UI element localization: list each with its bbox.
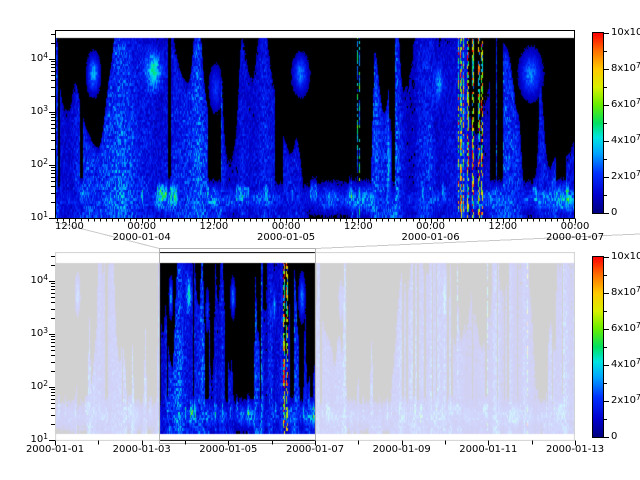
colorbar-tick-label: 6x107 — [611, 323, 640, 334]
colorbar-tick-label: 10x107 — [611, 27, 640, 38]
y-tick-label: 103 — [0, 106, 48, 117]
x-tick-label-date: 2000-01-03 — [97, 444, 187, 455]
colorbar-tick-label: 8x107 — [611, 63, 640, 74]
x-tick-label-date: 2000-01-05 — [241, 232, 331, 243]
x-tick-label-date: 2000-01-11 — [443, 444, 533, 455]
exponent: 7 — [636, 285, 640, 294]
y-tick-label: 103 — [0, 328, 48, 339]
exponent: 7 — [636, 61, 640, 70]
x-tick-label-date: 2000-01-05 — [183, 444, 273, 455]
exponent: 1 — [43, 210, 48, 219]
x-tick-label-date: 2000-01-06 — [386, 232, 476, 243]
exponent: 7 — [636, 169, 640, 178]
exponent: 7 — [636, 357, 640, 366]
x-tick-label-date: 2000-01-09 — [357, 444, 447, 455]
colorbar-tick-label: 0 — [611, 207, 617, 218]
x-tick-label-date: 2000-01-07 — [530, 232, 620, 243]
colorbar-tick-label: 10x107 — [611, 251, 640, 262]
x-tick-label-date: 2000-01-13 — [530, 444, 620, 455]
y-tick-label: 102 — [0, 381, 48, 392]
x-tick-label-date: 2000-01-07 — [270, 444, 360, 455]
exponent: 2 — [43, 157, 48, 166]
exponent: 3 — [43, 326, 48, 335]
y-tick-label: 101 — [0, 434, 48, 445]
spectrogram-figure: 12:0000:002000-01-0412:0000:002000-01-05… — [0, 0, 640, 480]
x-tick-label-date: 2000-01-04 — [97, 232, 187, 243]
exponent: 1 — [43, 432, 48, 441]
exponent: 4 — [43, 273, 48, 282]
exponent: 3 — [43, 104, 48, 113]
context-colorbar — [592, 256, 604, 438]
exponent: 7 — [636, 97, 640, 106]
exponent: 7 — [636, 393, 640, 402]
y-tick-label: 101 — [0, 212, 48, 223]
colorbar-tick-label: 8x107 — [611, 287, 640, 298]
colorbar-tick-label: 2x107 — [611, 171, 640, 182]
colorbar-tick-label: 4x107 — [611, 359, 640, 370]
exponent: 2 — [43, 379, 48, 388]
x-tick-label-time: 00:00 — [530, 221, 620, 232]
detail-heatmap — [56, 31, 574, 218]
selection-box[interactable] — [160, 249, 316, 444]
exponent: 4 — [43, 51, 48, 60]
colorbar-tick-label: 2x107 — [611, 395, 640, 406]
y-tick-label: 104 — [0, 53, 48, 64]
colorbar-tick-label: 4x107 — [611, 135, 640, 146]
detail-colorbar — [592, 32, 604, 214]
exponent: 7 — [636, 133, 640, 142]
exponent: 7 — [636, 321, 640, 330]
colorbar-tick-label: 6x107 — [611, 99, 640, 110]
colorbar-tick-label: 0 — [611, 431, 617, 442]
y-tick-label: 104 — [0, 275, 48, 286]
x-tick-label-date: 2000-01-01 — [10, 444, 100, 455]
y-tick-label: 102 — [0, 159, 48, 170]
